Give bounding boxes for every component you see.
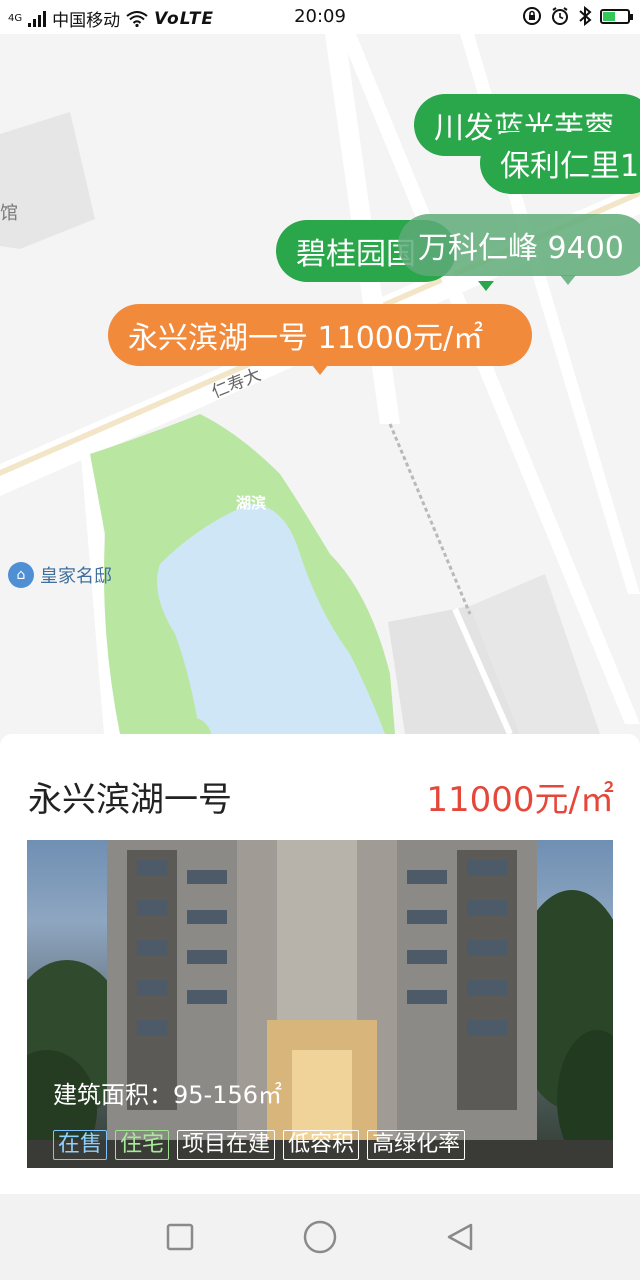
back-triangle-icon[interactable] — [443, 1220, 477, 1254]
bubble-label: 永兴滨湖一号 11000元/㎡ — [128, 321, 484, 356]
property-image[interactable]: 建筑面积：95-156㎡ 在售 住宅 项目在建 低容积 高绿化率 — [27, 840, 613, 1168]
rail-line — [388, 423, 472, 615]
property-card[interactable]: 永兴滨湖一号 11000元/㎡ 建筑面积：95-156㎡ 在售 住宅 项目在建 … — [0, 734, 640, 1194]
map-label-building: 馆 — [0, 203, 18, 224]
bubble-label: 保利仁里1 — [500, 149, 640, 184]
tag-residential: 住宅 — [115, 1130, 170, 1160]
property-area: 建筑面积：95-156㎡ — [53, 1081, 283, 1109]
map-bubble-vanke[interactable]: 万科仁峰 9400 — [398, 214, 640, 276]
map-label-lake: 湖滨 — [236, 494, 267, 512]
tag-low-plot-ratio: 低容积 — [283, 1130, 360, 1160]
home-poi-icon: ⌂ — [8, 562, 34, 588]
tag-on-sale: 在售 — [53, 1130, 108, 1160]
recents-square-icon[interactable] — [163, 1220, 197, 1254]
building-illustration — [27, 840, 613, 1168]
alarm-icon — [552, 7, 568, 25]
home-circle-icon[interactable] — [303, 1220, 337, 1254]
lock-rotation-icon — [523, 7, 541, 25]
status-right — [522, 6, 633, 26]
property-price: 11000元/㎡ — [426, 780, 614, 820]
map-bubble-baoli[interactable]: 保利仁里1 — [480, 132, 640, 194]
bubble-tail — [478, 281, 494, 291]
property-tags: 在售 住宅 项目在建 低容积 高绿化率 — [53, 1130, 466, 1160]
tag-under-construction: 项目在建 — [177, 1130, 276, 1160]
poi-label: 皇家名邸 — [40, 566, 112, 587]
system-nav-bar — [0, 1194, 640, 1280]
battery-charging-icon — [600, 8, 633, 24]
bluetooth-icon — [579, 6, 592, 26]
bubble-tail — [560, 275, 576, 285]
building-block — [0, 112, 95, 249]
tag-high-greening: 高绿化率 — [367, 1130, 466, 1160]
map-bubble-yongxing-selected[interactable]: 永兴滨湖一号 11000元/㎡ — [108, 304, 532, 366]
property-name: 永兴滨湖一号 — [28, 780, 232, 820]
map-view[interactable]: 馆 仁寿大 湖滨 ⌂ 皇家名邸 川发蓝光芙蓉 保利仁里1 碧桂园国 万科仁峰 9… — [0, 34, 640, 754]
bubble-tail — [312, 365, 328, 375]
poi-huangjia[interactable]: ⌂ 皇家名邸 — [8, 562, 112, 588]
status-bar: 4G 中国移动 VoLTE 20:09 — [0, 0, 640, 34]
bubble-label: 万科仁峰 9400 — [418, 231, 624, 266]
